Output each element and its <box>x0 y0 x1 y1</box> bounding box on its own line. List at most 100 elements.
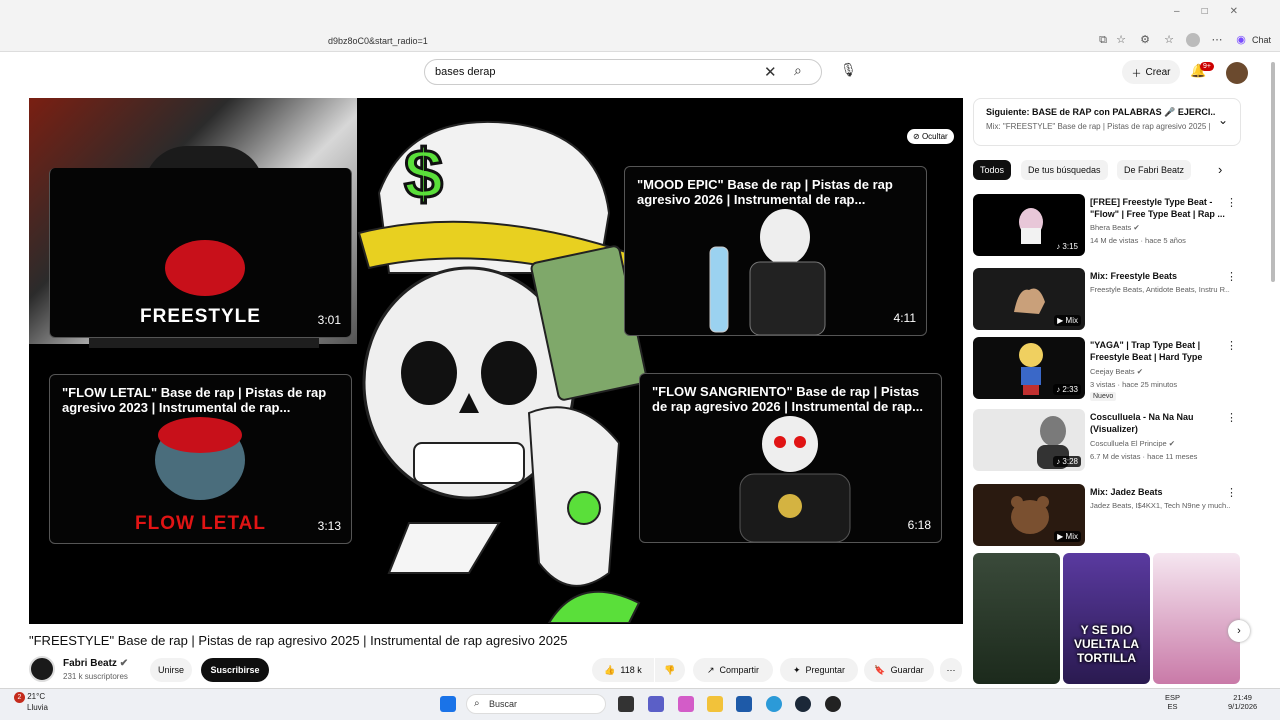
bookmark-icon: 🔖 <box>874 664 886 675</box>
hide-endcards-button[interactable]: ⊘ Ocultar <box>907 129 954 144</box>
search-icon[interactable]: ⌕ <box>794 62 802 79</box>
collections-icon[interactable]: ☆ <box>1162 33 1176 47</box>
app-icon[interactable] <box>825 696 841 712</box>
related-video[interactable]: ♪ 3:15 [FREE] Freestyle Type Beat - "Flo… <box>973 194 1241 258</box>
install-app-icon[interactable]: ⧉ <box>1096 33 1110 47</box>
teams-icon[interactable] <box>648 696 664 712</box>
new-badge: Nuevo <box>1090 392 1117 401</box>
ask-button[interactable]: ✦ Preguntar <box>780 658 858 682</box>
channel-name[interactable]: Fabri Beatz ✔ <box>63 658 128 669</box>
task-view-icon[interactable] <box>618 696 634 712</box>
related-video-stats: 3 vistas · hace 25 minutos <box>1090 380 1178 389</box>
end-card-freestyle[interactable]: FREESTYLE 3:01 <box>49 168 352 338</box>
scrollbar-thumb[interactable] <box>1271 62 1275 282</box>
end-card-flow-sangriento[interactable]: "FLOW SANGRIENTO" Base de rap | Pistas d… <box>639 373 942 543</box>
skull-artwork: $ <box>357 120 648 623</box>
short-thumbnail[interactable] <box>973 553 1060 684</box>
short-thumbnail[interactable] <box>1153 553 1240 684</box>
related-video-channel: Cosculluela El Principe ✔ <box>1090 439 1176 448</box>
more-vert-icon[interactable]: ⋮ <box>1226 270 1237 283</box>
taskbar-search[interactable]: ⌕ Buscar <box>466 694 606 714</box>
subscribe-button[interactable]: Suscribirse <box>201 658 269 682</box>
hide-label: Ocultar <box>921 132 948 141</box>
video-player[interactable]: $ FREESTYLE 3:01 "MOOD EPIC" Base de rap… <box>29 98 963 624</box>
card-big-text: FLOW LETAL <box>134 513 266 534</box>
related-video[interactable]: ▶ Mix Mix: Jadez Beats Jadez Beats, I$4K… <box>973 484 1241 548</box>
taskbar-search-label: Buscar <box>489 699 518 709</box>
store-icon[interactable] <box>736 696 752 712</box>
card-duration: 3:13 <box>317 519 341 533</box>
account-avatar[interactable] <box>1226 62 1248 84</box>
share-button[interactable]: ↗ Compartir <box>693 658 773 682</box>
like-button[interactable]: 👍 118 k <box>592 658 654 682</box>
save-button[interactable]: 🔖 Guardar <box>864 658 934 682</box>
related-video[interactable]: ♪ 3:28 Cosculluela - Na Na Nau (Visualiz… <box>973 409 1241 473</box>
weather-badge: 2 <box>14 692 25 703</box>
related-video[interactable]: ▶ Mix Mix: Freestyle Beats Freestyle Bea… <box>973 268 1241 332</box>
chip-todos[interactable]: Todos <box>973 160 1012 180</box>
more-dots-icon: ⋯ <box>946 664 956 675</box>
related-video-channel: Bhera Beats ✔ <box>1090 223 1140 232</box>
temperature: 21°C <box>27 692 46 701</box>
more-vert-icon[interactable]: ⋮ <box>1226 486 1237 499</box>
related-video-channel: Freestyle Beats, Antidote Beats, Instru … <box>1090 285 1230 294</box>
like-count: 118 k <box>620 665 642 675</box>
create-button[interactable]: ＋ Crear <box>1122 60 1180 84</box>
edge-browser-icon[interactable] <box>766 696 782 712</box>
window-controls[interactable]: –□✕ <box>1174 6 1260 17</box>
share-label: Compartir <box>719 665 760 675</box>
system-clock[interactable]: 21:49 9/1/2026 <box>1228 693 1257 711</box>
chevron-right-icon[interactable]: › <box>1218 162 1222 177</box>
chat-label[interactable]: Chat <box>1252 35 1271 45</box>
search-value: bases derap <box>435 66 496 78</box>
end-card-flow-letal[interactable]: "FLOW LETAL" Base de rap | Pistas de rap… <box>49 374 352 544</box>
related-video[interactable]: ♪ 2:33 "YAGA" | Trap Type Beat | Freesty… <box>973 337 1241 401</box>
microphone-icon[interactable]: 🎙 <box>840 62 857 78</box>
more-vert-icon[interactable]: ⋮ <box>1226 196 1237 209</box>
language-indicator[interactable]: ESP ES <box>1165 693 1180 711</box>
windows-start-icon[interactable] <box>440 696 456 712</box>
card-title: "FLOW SANGRIENTO" Base de rap | Pistas d… <box>652 384 923 414</box>
copilot-icon[interactable]: ◉ <box>1234 33 1248 47</box>
join-button[interactable]: Unirse <box>150 658 192 682</box>
ask-label: Preguntar <box>805 665 846 675</box>
short-thumbnail[interactable]: Y SE DIO VUELTA LA TORTILLA <box>1063 553 1150 684</box>
chip-de-fabri-beatz[interactable]: De Fabri Beatz <box>1117 160 1192 180</box>
video-thumbnail: ▶ Mix <box>973 268 1085 330</box>
more-vert-icon[interactable]: ⋮ <box>1226 339 1237 352</box>
steam-icon[interactable] <box>795 696 811 712</box>
more-actions-button[interactable]: ⋯ <box>940 658 962 682</box>
dislike-button[interactable]: 👎 <box>655 658 685 682</box>
thumbs-up-icon: 👍 <box>604 664 616 675</box>
video-duration: ♪ 3:28 <box>1053 456 1081 467</box>
card-duration: 4:11 <box>893 311 916 325</box>
video-duration: ▶ Mix <box>1054 315 1081 326</box>
card-skeleton-art <box>709 209 826 335</box>
search-input[interactable]: bases derap <box>424 59 822 85</box>
weather-widget[interactable]: 2 21°C Lluvia <box>14 692 48 712</box>
favorite-star-icon[interactable]: ☆ <box>1114 33 1128 47</box>
copilot-app-icon[interactable] <box>678 696 694 712</box>
card-gorilla-art <box>165 240 245 296</box>
more-menu-icon[interactable]: ⋯ <box>1210 33 1224 47</box>
thumbs-down-icon: 👎 <box>664 664 676 675</box>
thumbnail-bear-art <box>1011 496 1049 534</box>
sparkle-icon: ✦ <box>792 664 801 675</box>
end-card-mood-epic[interactable]: "MOOD EPIC" Base de rap | Pistas de rap … <box>624 166 927 336</box>
clock-time: 21:49 <box>1233 693 1252 702</box>
clear-search-icon[interactable]: ✕ <box>764 63 777 81</box>
shorts-next-arrow-icon[interactable]: › <box>1228 620 1250 642</box>
channel-avatar[interactable] <box>29 656 55 682</box>
thumbnail-character-art <box>1019 343 1043 395</box>
chevron-down-icon[interactable]: ⌄ <box>1218 113 1228 127</box>
thumbnail-hand-art <box>1014 288 1045 314</box>
file-explorer-icon[interactable] <box>707 696 723 712</box>
profile-icon[interactable] <box>1186 33 1200 47</box>
related-video-channel: Ceejay Beats ✔ <box>1090 367 1143 376</box>
notification-count-badge: 9+ <box>1200 62 1214 71</box>
chip-de-tus-busquedas[interactable]: De tus búsquedas <box>1021 160 1108 180</box>
up-next-panel[interactable]: Siguiente: BASE de RAP con PALABRAS 🎤 EJ… <box>973 98 1241 146</box>
extensions-icon[interactable]: ⚙ <box>1138 33 1152 47</box>
more-vert-icon[interactable]: ⋮ <box>1226 411 1237 424</box>
lang-primary: ESP <box>1165 693 1181 702</box>
